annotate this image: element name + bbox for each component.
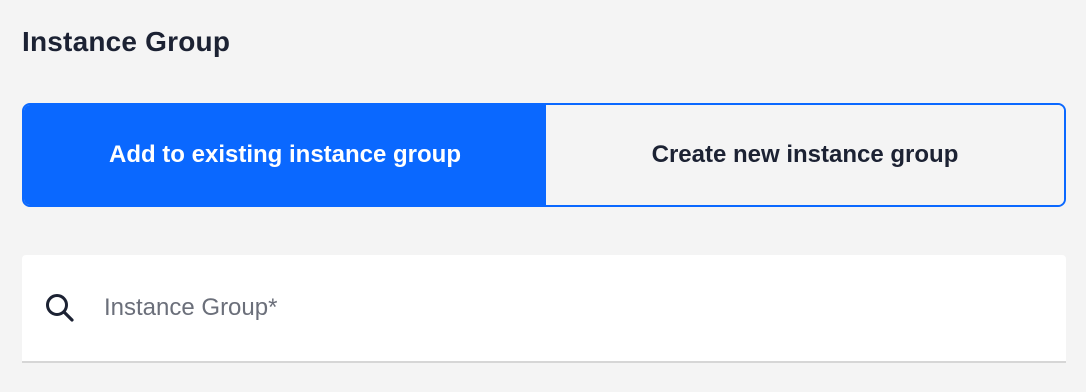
add-to-existing-instance-group-button[interactable]: Add to existing instance group <box>24 105 546 205</box>
instance-group-search-input[interactable] <box>102 282 1066 334</box>
instance-group-section: Instance Group Add to existing instance … <box>0 0 1086 392</box>
section-title: Instance Group <box>22 26 231 57</box>
instance-group-mode-toggle: Add to existing instance group Create ne… <box>22 103 1066 207</box>
create-new-instance-group-button[interactable]: Create new instance group <box>546 105 1064 205</box>
instance-group-search-field[interactable] <box>22 255 1066 363</box>
search-icon <box>40 288 80 328</box>
